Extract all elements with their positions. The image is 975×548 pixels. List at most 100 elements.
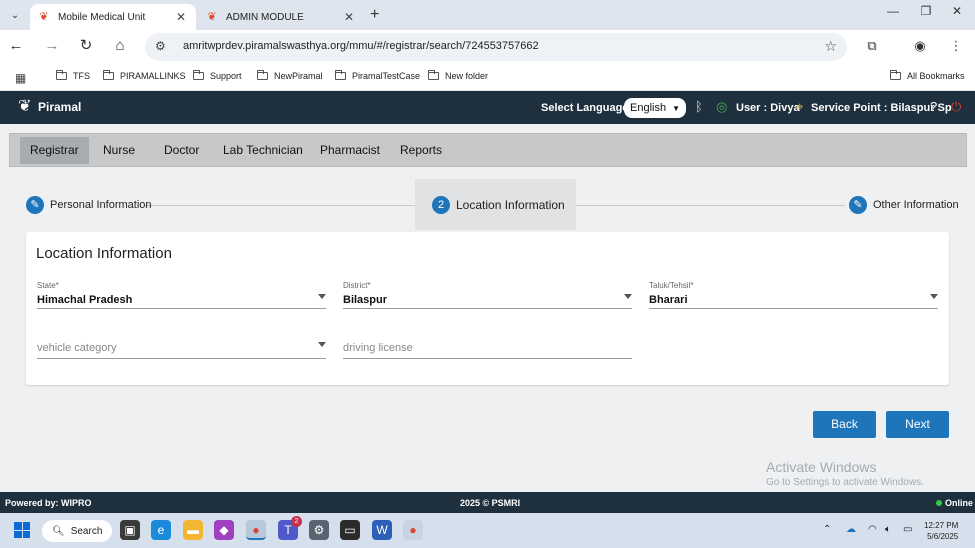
vehicle-category-select[interactable]: vehicle category xyxy=(37,331,326,359)
role-tab-lab-technician[interactable]: Lab Technician xyxy=(213,137,313,164)
dropdown-caret-icon xyxy=(930,294,938,299)
user-name: User : Divya xyxy=(736,102,800,114)
app-footer: Powered by: WIPRO 2025 © PSMRI Online xyxy=(0,492,975,513)
bookmark-label: All Bookmarks xyxy=(907,71,965,81)
forward-arrow-icon[interactable]: → xyxy=(42,36,62,56)
search-label: Search xyxy=(70,525,103,537)
taluk-select[interactable]: Taluk/Tehsil* Bharari xyxy=(649,281,938,309)
copyright: 2025 © PSMRI xyxy=(460,498,521,508)
browser-tab-strip: ⌄ ❦ Mobile Medical Unit ✕ ❦ ADMIN MODULE… xyxy=(0,0,975,30)
file-explorer-icon[interactable]: ▬ xyxy=(183,520,203,540)
bookmark-support[interactable]: Support xyxy=(193,70,242,81)
profile-icon[interactable]: ◉ xyxy=(911,38,929,54)
bookmark-new-folder[interactable]: New folder xyxy=(428,70,489,81)
step-other-information[interactable]: ✎ Other Information xyxy=(849,196,959,214)
site-settings-icon[interactable]: ⚙ xyxy=(155,39,166,53)
task-view-icon[interactable]: ▣ xyxy=(120,520,140,540)
taskbar-clock[interactable]: 12:27 PM 5/6/2025 xyxy=(924,520,958,542)
search-icon: 🔍︎ xyxy=(52,525,65,537)
onedrive-cloud-icon[interactable]: ☁ xyxy=(846,524,856,535)
step-personal-information[interactable]: ✎ Personal Information xyxy=(26,196,152,214)
language-select[interactable]: English ▼ xyxy=(624,98,686,118)
bookmark-label: PIRAMALLINKS xyxy=(120,71,186,81)
wifi-icon[interactable]: ◠ xyxy=(868,524,877,535)
tab-admin-module[interactable]: ❦ ADMIN MODULE ✕ xyxy=(198,4,364,30)
step-number: 2 xyxy=(432,196,450,214)
teams-icon[interactable]: T2 xyxy=(278,516,302,540)
tab-search-icon[interactable]: ⌄ xyxy=(6,6,24,24)
online-status: Online xyxy=(936,498,973,508)
bookmark-piramallinks[interactable]: PIRAMALLINKS xyxy=(103,70,186,81)
role-tab-pharmacist[interactable]: Pharmacist xyxy=(310,137,390,164)
restore-icon[interactable]: ❐ xyxy=(915,4,937,18)
folder-icon xyxy=(428,70,439,80)
logo-text: Piramal xyxy=(38,100,82,114)
user-icon: ◎ xyxy=(716,99,728,114)
field-label: Taluk/Tehsil* xyxy=(649,281,694,290)
app-icon[interactable]: ◆ xyxy=(214,520,234,540)
power-icon[interactable]: ⏻ xyxy=(951,99,961,115)
menu-dots-icon[interactable]: ⋮ xyxy=(947,38,965,54)
terminal-icon[interactable]: ▭ xyxy=(340,520,360,540)
step-label: Personal Information xyxy=(50,199,152,211)
address-bar[interactable]: ⚙ amritwprdev.piramalswasthya.org/mmu/#/… xyxy=(145,33,847,61)
minimize-icon[interactable]: — xyxy=(882,4,904,18)
extensions-icon[interactable]: ⧉ xyxy=(863,38,881,54)
help-icon[interactable]: ? xyxy=(930,99,937,114)
taskbar-search[interactable]: 🔍︎ Search xyxy=(42,520,112,542)
browser-toolbar: ← → ↻ ⌂ ⚙ amritwprdev.piramalswasthya.or… xyxy=(0,30,975,63)
role-navigation: Registrar Nurse Doctor Lab Technician Ph… xyxy=(9,133,967,167)
field-label: District* xyxy=(343,281,371,290)
bookmark-label: New folder xyxy=(445,71,489,81)
role-tab-reports[interactable]: Reports xyxy=(390,137,452,164)
next-button[interactable]: Next xyxy=(886,411,949,438)
windows-start-icon[interactable] xyxy=(14,522,30,538)
volume-icon[interactable]: 🔈︎ xyxy=(885,524,891,535)
home-icon[interactable]: ⌂ xyxy=(110,36,130,56)
new-tab-icon[interactable]: + xyxy=(370,6,379,24)
bookmark-newpiramal[interactable]: NewPiramal xyxy=(257,70,323,81)
powered-by: Powered by: WIPRO xyxy=(5,498,92,508)
role-tab-doctor[interactable]: Doctor xyxy=(154,137,209,164)
driving-license-input[interactable]: driving license xyxy=(343,331,632,359)
battery-icon[interactable]: ▭ xyxy=(903,524,912,535)
windows-taskbar: 🔍︎ Search ▣ e ▬ ◆ ● T2 ⚙ ▭ W ● ⌃ ☁ ◠ 🔈︎ … xyxy=(0,513,975,548)
back-button[interactable]: Back xyxy=(813,411,876,438)
bookmark-piramaltestcase[interactable]: PiramalTestCase xyxy=(335,70,421,81)
step-location-information[interactable]: 2 Location Information xyxy=(432,196,565,214)
all-bookmarks[interactable]: All Bookmarks xyxy=(890,70,965,81)
word-icon[interactable]: W xyxy=(372,520,392,540)
chrome-icon[interactable]: ● xyxy=(403,520,423,540)
bookmark-label: PiramalTestCase xyxy=(352,71,421,81)
role-tab-nurse[interactable]: Nurse xyxy=(93,137,145,164)
chrome-icon[interactable]: ● xyxy=(246,520,266,540)
bookmark-star-icon[interactable]: ☆ xyxy=(824,38,837,55)
url-text[interactable]: amritwprdev.piramalswasthya.org/mmu/#/re… xyxy=(183,40,539,52)
settings-gear-icon[interactable]: ⚙ xyxy=(309,520,329,540)
apps-grid-icon[interactable]: ▦ xyxy=(15,71,26,85)
dropdown-caret-icon xyxy=(624,294,632,299)
dropdown-caret-icon xyxy=(318,342,326,347)
folder-icon xyxy=(335,70,346,80)
state-select[interactable]: State* Himachal Pradesh xyxy=(37,281,326,309)
activate-windows-title: Activate Windows xyxy=(766,459,877,475)
edge-icon[interactable]: e xyxy=(151,520,171,540)
bluetooth-icon[interactable]: ᛒ xyxy=(695,99,703,114)
clock-date: 5/6/2025 xyxy=(927,532,959,541)
role-tab-registrar[interactable]: Registrar xyxy=(20,137,89,164)
close-icon[interactable]: ✕ xyxy=(174,10,188,24)
close-icon[interactable]: ✕ xyxy=(342,10,356,24)
back-arrow-icon[interactable]: ← xyxy=(6,36,26,56)
piramal-logo-icon: ❦ xyxy=(18,98,32,115)
district-select[interactable]: District* Bilaspur xyxy=(343,281,632,309)
field-placeholder: vehicle category xyxy=(37,342,117,354)
select-language-label: Select Language: xyxy=(541,102,633,114)
tray-chevron-up-icon[interactable]: ⌃ xyxy=(823,524,831,535)
field-value: Bharari xyxy=(649,294,688,306)
piramal-favicon-icon: ❦ xyxy=(207,11,217,23)
reload-icon[interactable]: ↻ xyxy=(76,36,96,56)
bookmark-tfs[interactable]: TFS xyxy=(56,70,90,81)
bookmark-label: Support xyxy=(210,71,242,81)
window-close-icon[interactable]: ✕ xyxy=(946,4,968,18)
tab-mobile-medical-unit[interactable]: ❦ Mobile Medical Unit ✕ xyxy=(30,4,196,30)
